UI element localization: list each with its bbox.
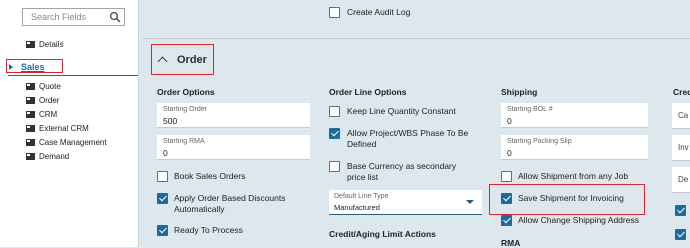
case-management-icon	[26, 139, 35, 146]
field-value: Manufactured	[334, 203, 380, 212]
allow-change-address-label: Allow Change Shipping Address	[518, 215, 639, 225]
credit-aging-heading: Credit/Aging Limit Actions	[329, 229, 436, 239]
section-title: Order	[177, 54, 207, 66]
ready-to-process-checkbox[interactable]	[157, 225, 168, 236]
starting-packing-slip-field[interactable]: Starting Packing Slip 0	[501, 135, 648, 160]
keep-line-quantity-label: Keep Line Quantity Constant	[347, 106, 456, 116]
base-currency-label: Base Currency as secondary price list	[347, 161, 457, 182]
field-label: Default Line Type	[334, 193, 389, 200]
sidebar-item-label: Details	[39, 40, 64, 49]
apply-order-discounts-checkbox[interactable]	[157, 193, 168, 204]
book-sales-orders-label: Book Sales Orders	[174, 171, 246, 181]
sidebar-item-details[interactable]: Details	[26, 40, 63, 49]
sidebar-item-label: External CRM	[39, 124, 89, 133]
sidebar-item-label: Case Management	[39, 138, 107, 147]
section-divider	[142, 38, 690, 39]
chevron-down-icon[interactable]	[466, 200, 474, 204]
edge-field-1[interactable]: Ca	[672, 103, 690, 129]
allow-project-wbs-checkbox[interactable]	[329, 128, 340, 139]
search-fields-input[interactable]: Search Fields	[22, 8, 125, 26]
field-label: Inv	[678, 143, 689, 152]
sidebar-item-label: CRM	[39, 110, 58, 119]
base-currency-checkbox[interactable]	[329, 161, 340, 172]
top-settings-area	[142, 0, 690, 34]
allow-shipment-any-job-checkbox[interactable]	[501, 171, 512, 182]
shipping-heading: Shipping	[501, 87, 538, 97]
crm-icon	[26, 111, 35, 118]
sidebar-item-external-crm[interactable]: External CRM	[26, 124, 89, 133]
edge-field-2[interactable]: Inv	[672, 135, 690, 161]
field-label: Ca	[678, 111, 689, 120]
field-label: Starting BOL #	[507, 106, 553, 113]
save-shipment-invoicing-label: Save Shipment for Invoicing	[518, 193, 624, 203]
edge-checkbox-2[interactable]	[675, 229, 686, 240]
quote-icon	[26, 83, 35, 90]
sidebar-item-order[interactable]: Order	[26, 96, 59, 105]
starting-rma-field[interactable]: Starting RMA 0	[157, 135, 310, 160]
field-value: 500	[163, 116, 178, 126]
external-crm-icon	[26, 125, 35, 132]
edge-field-3[interactable]: De	[672, 167, 690, 193]
sidebar-item-crm[interactable]: CRM	[26, 110, 57, 119]
order-section-header[interactable]	[142, 43, 690, 79]
sidebar-item-label: Demand	[39, 152, 70, 161]
field-value: 0	[507, 116, 512, 126]
order-options-heading: Order Options	[157, 87, 215, 97]
search-placeholder: Search Fields	[31, 12, 87, 22]
field-label: De	[678, 175, 689, 184]
create-audit-log-checkbox[interactable]	[329, 7, 340, 18]
field-label: Starting Order	[163, 106, 207, 113]
edge-checkbox-1[interactable]	[675, 205, 686, 216]
field-label: Starting Packing Slip	[507, 138, 572, 145]
order-icon	[26, 97, 35, 104]
apply-order-discounts-label: Apply Order Based Discounts Automaticall…	[174, 193, 286, 214]
sidebar-item-demand[interactable]: Demand	[26, 152, 69, 161]
ready-to-process-label: Ready To Process	[174, 225, 243, 235]
save-shipment-invoicing-checkbox[interactable]	[501, 193, 512, 204]
field-value: 0	[507, 148, 512, 158]
search-icon[interactable]	[109, 11, 121, 23]
starting-order-field[interactable]: Starting Order 500	[157, 103, 310, 128]
sidebar-item-quote[interactable]: Quote	[26, 82, 61, 91]
credit-column-heading: Cred	[673, 87, 690, 97]
default-line-type-select[interactable]: Default Line Type Manufactured	[329, 190, 482, 215]
allow-shipment-any-job-label: Allow Shipment from any Job	[518, 171, 629, 181]
sidebar-item-case-management[interactable]: Case Management	[26, 138, 107, 147]
create-audit-log-label: Create Audit Log	[347, 7, 411, 17]
caret-right-icon	[9, 64, 13, 70]
sidebar-item-label: Quote	[39, 82, 61, 91]
book-sales-orders-checkbox[interactable]	[157, 171, 168, 182]
sales-underline	[8, 75, 138, 76]
field-label: Starting RMA	[163, 138, 205, 145]
keep-line-quantity-checkbox[interactable]	[329, 106, 340, 117]
order-line-options-heading: Order Line Options	[329, 87, 407, 97]
sidebar-item-label: Order	[39, 96, 60, 105]
sidebar-item-sales[interactable]: Sales	[21, 62, 45, 72]
allow-change-address-checkbox[interactable]	[501, 215, 512, 226]
starting-bol-field[interactable]: Starting BOL # 0	[501, 103, 648, 128]
field-value: 0	[163, 148, 168, 158]
demand-icon	[26, 153, 35, 160]
details-icon	[26, 41, 35, 48]
allow-project-wbs-label: Allow Project/WBS Phase To Be Defined	[347, 128, 469, 149]
